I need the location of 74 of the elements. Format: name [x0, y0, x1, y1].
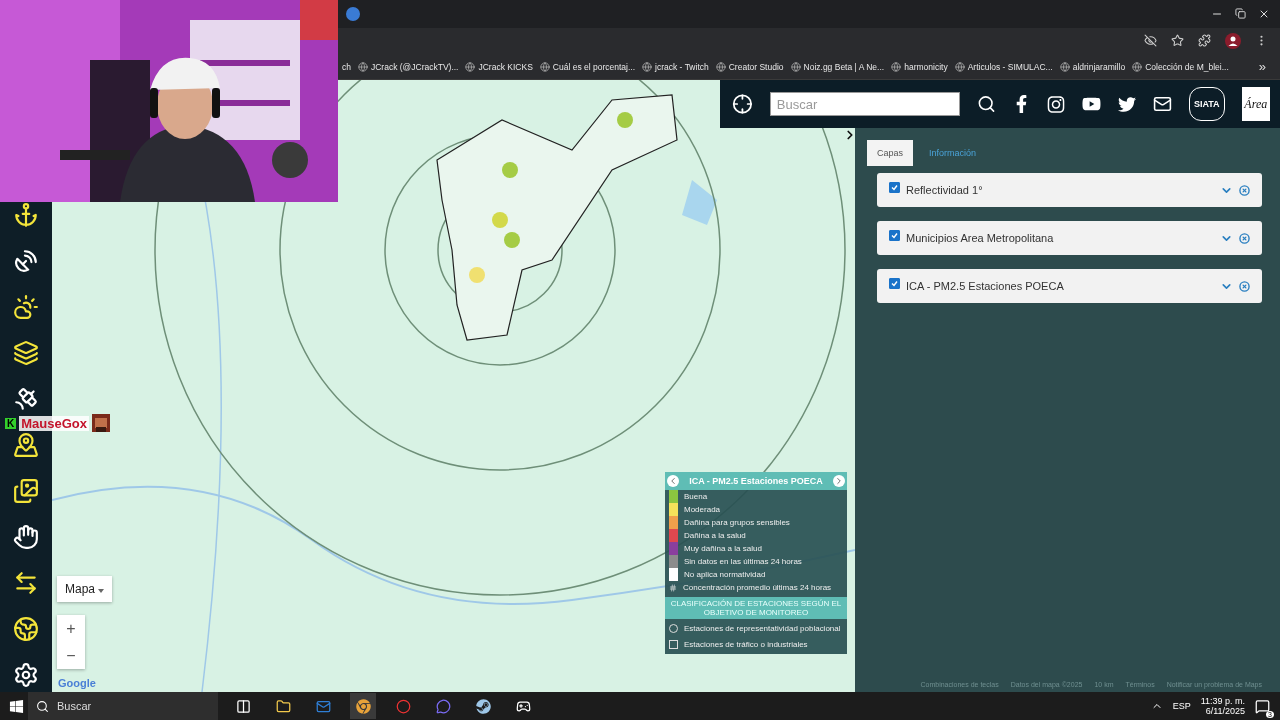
gamepad-icon[interactable] — [515, 698, 531, 714]
map-pin-icon[interactable] — [13, 432, 39, 458]
check-icon — [891, 232, 898, 239]
cloud-sun-icon[interactable] — [13, 294, 39, 320]
bookmark[interactable]: JCrack (@JCrackTV)... — [358, 61, 459, 72]
globe-icon — [790, 61, 801, 72]
clock-time: 11:39 p. m. — [1200, 696, 1245, 706]
remove-icon[interactable] — [1239, 232, 1250, 244]
layer-name: ICA - PM2.5 Estaciones POECA — [906, 280, 1065, 292]
task-view-icon[interactable] — [235, 698, 251, 714]
globe-icon — [465, 61, 476, 72]
check-icon — [891, 280, 898, 287]
anchor-icon[interactable] — [13, 202, 39, 228]
images-icon[interactable] — [13, 478, 39, 504]
windows-icon[interactable] — [9, 698, 24, 714]
more-bookmarks[interactable]: » — [1258, 59, 1266, 75]
taskbar-search[interactable]: Buscar — [28, 692, 218, 720]
satellite-icon[interactable] — [13, 386, 39, 412]
bookmark[interactable]: ch — [342, 61, 351, 72]
siata-logo: SIATA — [1188, 87, 1225, 121]
globe-icon — [954, 61, 965, 72]
search-icon — [36, 699, 49, 713]
steam-icon[interactable] — [475, 698, 491, 714]
check-icon — [891, 184, 898, 191]
arrows-icon[interactable] — [13, 570, 39, 596]
tab-icon[interactable] — [346, 6, 360, 21]
remove-icon[interactable] — [1239, 184, 1250, 196]
kick-badge: K — [5, 417, 17, 429]
bookmark[interactable]: Colección de M_blei... — [1132, 61, 1229, 72]
chrome-icon[interactable] — [355, 698, 371, 714]
bookmark[interactable]: Creator Studio — [715, 61, 784, 72]
hand-icon[interactable] — [13, 524, 39, 550]
layer-checkbox[interactable] — [889, 230, 900, 241]
tab[interactable]: Información — [919, 140, 987, 166]
folder-icon[interactable] — [275, 698, 291, 714]
globe-icon — [891, 61, 902, 72]
star-icon[interactable] — [1171, 34, 1184, 48]
globe-icon[interactable] — [13, 616, 39, 642]
twitter-icon[interactable] — [1117, 94, 1136, 114]
settings-icon[interactable] — [13, 662, 39, 688]
bookmark[interactable]: JCrack KICKS — [465, 61, 533, 72]
bookmark[interactable]: Noiz.gg Beta | A Ne... — [790, 61, 885, 72]
bookmark[interactable]: harmonicity — [891, 61, 948, 72]
globe-icon — [1059, 61, 1070, 72]
layer-checkbox[interactable] — [889, 278, 900, 289]
bookmark[interactable]: Articulos - SIMULAC... — [954, 61, 1053, 72]
area-logo: Área — [1241, 87, 1270, 121]
restore-icon[interactable] — [1235, 7, 1246, 19]
remove-icon[interactable] — [1239, 280, 1250, 292]
clock-date: 6/11/2025 — [1205, 706, 1245, 716]
mail-icon[interactable] — [1152, 94, 1172, 114]
layer-checkbox[interactable] — [889, 182, 900, 193]
satellite-dish-icon[interactable] — [13, 248, 39, 274]
profile-icon[interactable] — [1225, 33, 1241, 49]
tab[interactable]: Capas — [867, 140, 913, 166]
notifications-icon[interactable] — [1255, 698, 1270, 714]
language-indicator[interactable]: ESP — [1172, 701, 1191, 711]
globe-icon — [1132, 61, 1143, 72]
globe-icon — [539, 61, 550, 72]
search-icon[interactable] — [976, 94, 996, 114]
bookmark[interactable]: Cuál es el porcentaj... — [539, 61, 636, 72]
bookmark[interactable]: jcrack - Twitch — [642, 61, 709, 72]
puzzle-icon[interactable] — [1198, 34, 1211, 48]
globe-icon — [358, 61, 368, 72]
chat-icon[interactable] — [435, 698, 451, 714]
eye-off-icon — [1144, 34, 1157, 48]
globe-icon — [642, 61, 653, 72]
globe-icon — [715, 61, 726, 72]
instagram-icon[interactable] — [1046, 94, 1065, 114]
layer-name: Reflectividad 1° — [906, 184, 984, 196]
circle-icon[interactable] — [395, 698, 411, 714]
bookmark[interactable]: aldrinjaramillo — [1059, 61, 1126, 72]
layer-name: Municipios Area Metropolitana — [906, 232, 1055, 244]
layers-icon[interactable] — [13, 340, 39, 366]
